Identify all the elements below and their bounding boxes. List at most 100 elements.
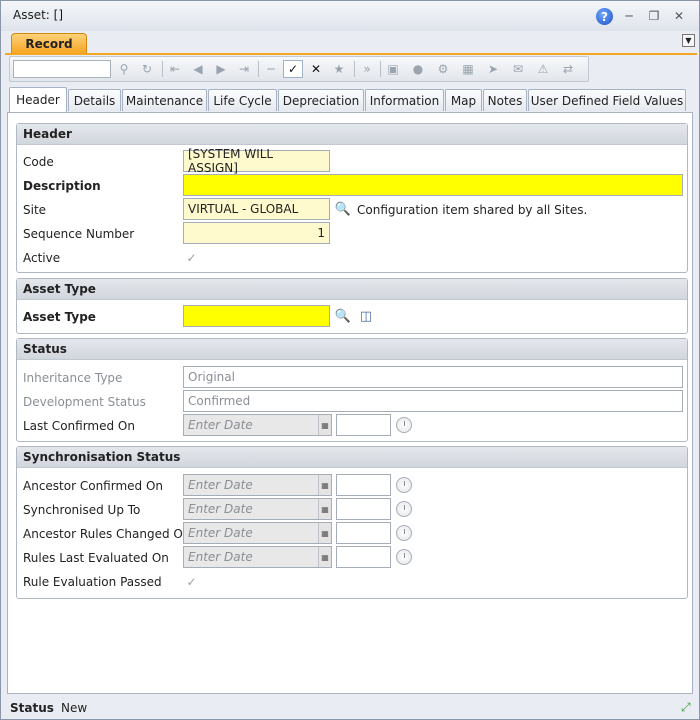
calendar-icon[interactable]: ▦ <box>318 415 331 435</box>
calendar-icon[interactable]: ▦ <box>318 499 331 519</box>
import-icon[interactable]: ➤ <box>483 60 503 78</box>
clock-icon[interactable] <box>396 501 412 517</box>
description-label: Description <box>23 179 101 193</box>
resize-icon[interactable]: ⤢ <box>681 700 691 715</box>
rule-evaluation-passed-checkbox[interactable]: ✓ <box>185 575 198 589</box>
clock-icon[interactable] <box>396 549 412 565</box>
code-field[interactable]: [SYSTEM WILL ASSIGN] <box>183 147 330 175</box>
site-field[interactable]: VIRTUAL - GLOBAL <box>183 198 330 220</box>
header-section: Header Code [SYSTEM WILL ASSIGN] Descrip… <box>16 123 688 273</box>
date-placeholder: Enter Date <box>188 418 253 432</box>
asset-type-lookup-icon[interactable]: 🔍 <box>334 307 352 325</box>
asset-window: Asset: [] ? ─ ❐ ✕ Record ▼ ⚲ ↻ ⇤ ◀ ▶ ⇥ ─… <box>0 0 700 720</box>
tab-life-cycle[interactable]: Life Cycle <box>208 89 277 111</box>
tab-map[interactable]: Map <box>445 89 482 111</box>
delete-icon[interactable]: ─ <box>261 60 281 78</box>
close-icon[interactable]: ✕ <box>671 8 687 24</box>
ancestor-rules-changed-date-field[interactable]: Enter Date ▦ <box>183 522 332 544</box>
active-checkbox[interactable]: ✓ <box>185 251 198 265</box>
tab-maintenance[interactable]: Maintenance <box>122 89 207 111</box>
record-tab[interactable]: Record <box>11 33 87 53</box>
window-icon[interactable]: ▣ <box>383 60 403 78</box>
synchronised-up-to-time-field[interactable] <box>336 498 391 520</box>
code-label: Code <box>23 155 54 169</box>
asset-type-label: Asset Type <box>23 310 96 324</box>
restore-icon[interactable]: ❐ <box>646 8 662 24</box>
more-icon[interactable]: » <box>357 60 377 78</box>
toolbar-search-input[interactable] <box>13 60 111 78</box>
refresh-icon[interactable]: ↻ <box>137 60 157 78</box>
previous-icon[interactable]: ◀ <box>188 60 208 78</box>
add-icon[interactable]: ★ <box>329 60 349 78</box>
site-lookup-icon[interactable]: 🔍 <box>334 200 352 218</box>
title-bar: Asset: [] ? ─ ❐ ✕ <box>1 1 699 31</box>
sequence-number-label: Sequence Number <box>23 227 135 241</box>
status-bar: Status New ⤢ <box>1 697 699 719</box>
site-note: Configuration item shared by all Sites. <box>357 203 588 217</box>
mail-icon[interactable]: ✉ <box>508 60 528 78</box>
active-label: Active <box>23 251 61 265</box>
sequence-number-field[interactable]: 1 <box>183 222 330 244</box>
ancestor-confirmed-date-field[interactable]: Enter Date ▦ <box>183 474 332 496</box>
asset-type-hierarchy-icon[interactable]: ◫ <box>357 307 375 325</box>
ancestor-rules-changed-label: Ancestor Rules Changed On <box>23 527 191 541</box>
erase-icon[interactable]: ▦ <box>458 60 478 78</box>
cancel-icon[interactable]: ✕ <box>306 60 326 78</box>
rules-last-evaluated-date-field[interactable]: Enter Date ▦ <box>183 546 332 568</box>
header-section-title: Header <box>17 124 687 145</box>
site-label: Site <box>23 203 47 217</box>
date-placeholder: Enter Date <box>188 526 253 540</box>
record-menu-icon[interactable]: ▼ <box>682 34 695 47</box>
rules-last-evaluated-time-field[interactable] <box>336 546 391 568</box>
tab-panel: Header Code [SYSTEM WILL ASSIGN] Descrip… <box>7 112 693 694</box>
tab-depreciation[interactable]: Depreciation <box>278 89 364 111</box>
status-section-title: Status <box>17 339 687 360</box>
tab-header[interactable]: Header <box>9 87 67 112</box>
development-status-field: Confirmed <box>183 390 683 412</box>
tab-details[interactable]: Details <box>68 89 121 111</box>
search-icon[interactable]: ⚲ <box>114 60 134 78</box>
tab-bar: Header Details Maintenance Life Cycle De… <box>9 87 689 112</box>
clock-icon[interactable] <box>396 477 412 493</box>
description-field[interactable] <box>183 174 683 196</box>
calendar-icon[interactable]: ▦ <box>318 547 331 567</box>
save-icon[interactable]: ✓ <box>283 60 303 78</box>
rules-last-evaluated-label: Rules Last Evaluated On <box>23 551 169 565</box>
swap-icon[interactable]: ⇄ <box>558 60 578 78</box>
ancestor-rules-changed-time-field[interactable] <box>336 522 391 544</box>
last-confirmed-label: Last Confirmed On <box>23 419 135 433</box>
status-section: Status Inheritance Type Original Develop… <box>16 338 688 442</box>
next-icon[interactable]: ▶ <box>211 60 231 78</box>
clock-icon[interactable] <box>396 417 412 433</box>
window-title: Asset: [] <box>13 8 64 22</box>
asset-type-field[interactable] <box>183 305 330 327</box>
globe-icon[interactable]: ● <box>408 60 428 78</box>
last-confirmed-time-field[interactable] <box>336 414 391 436</box>
calendar-icon[interactable]: ▦ <box>318 475 331 495</box>
development-status-label: Development Status <box>23 395 146 409</box>
synchronised-up-to-date-field[interactable]: Enter Date ▦ <box>183 498 332 520</box>
inheritance-type-label: Inheritance Type <box>23 371 123 385</box>
date-placeholder: Enter Date <box>188 502 253 516</box>
help-icon[interactable]: ? <box>596 8 613 25</box>
tab-information[interactable]: Information <box>365 89 444 111</box>
last-confirmed-date-field[interactable]: Enter Date ▦ <box>183 414 332 436</box>
ancestor-confirmed-label: Ancestor Confirmed On <box>23 479 164 493</box>
last-icon[interactable]: ⇥ <box>234 60 254 78</box>
date-placeholder: Enter Date <box>188 550 253 564</box>
record-strip: Record ▼ <box>5 31 697 55</box>
tab-notes[interactable]: Notes <box>483 89 527 111</box>
warning-icon[interactable]: ⚠ <box>533 60 553 78</box>
calendar-icon[interactable]: ▦ <box>318 523 331 543</box>
gear-icon[interactable]: ⚙ <box>433 60 453 78</box>
ancestor-confirmed-time-field[interactable] <box>336 474 391 496</box>
synchronised-up-to-label: Synchronised Up To <box>23 503 141 517</box>
asset-type-section-title: Asset Type <box>17 279 687 300</box>
record-toolbar: ⚲ ↻ ⇤ ◀ ▶ ⇥ ─ ✓ ✕ ★ » ▣ ● ⚙ ▦ ➤ ✉ ⚠ ⇄ <box>9 56 589 82</box>
first-icon[interactable]: ⇤ <box>165 60 185 78</box>
minimize-icon[interactable]: ─ <box>621 8 637 24</box>
clock-icon[interactable] <box>396 525 412 541</box>
inheritance-type-field: Original <box>183 366 683 388</box>
tab-user-defined-field-values[interactable]: User Defined Field Values <box>528 89 686 111</box>
date-placeholder: Enter Date <box>188 478 253 492</box>
